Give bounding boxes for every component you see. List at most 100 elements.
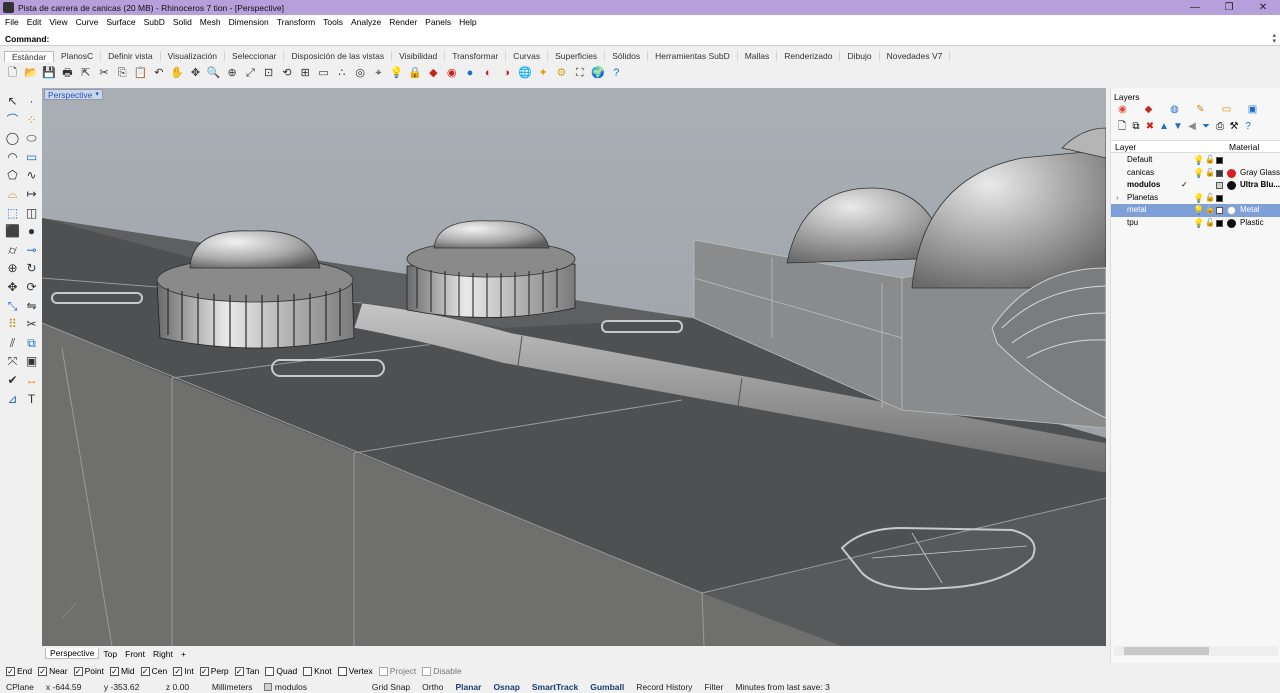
layer-color-swatch[interactable] xyxy=(1216,157,1223,164)
rotate-view-icon[interactable]: ✥ xyxy=(188,66,203,81)
named-views-tab-icon[interactable]: ▣ xyxy=(1246,103,1259,116)
move-out-icon[interactable]: ◀ xyxy=(1186,121,1198,133)
perspective-viewport[interactable] xyxy=(42,88,1106,646)
lock-icon[interactable]: 🔒 xyxy=(408,66,423,81)
analyze-icon[interactable]: ⊿ xyxy=(4,391,21,408)
menu-mesh[interactable]: Mesh xyxy=(200,17,221,27)
extrude-icon[interactable]: ⬚ xyxy=(4,205,21,222)
lock-icon[interactable]: 🔓 xyxy=(1205,192,1215,205)
layer-icon[interactable]: ◆ xyxy=(426,66,441,81)
osnap-checkbox[interactable] xyxy=(378,666,388,676)
undo-icon[interactable]: ↶ xyxy=(151,66,166,81)
view-tab-top[interactable]: Top xyxy=(99,649,121,659)
osnap-checkbox[interactable]: ✓ xyxy=(73,666,83,676)
osnap-checkbox[interactable]: ✓ xyxy=(6,666,15,676)
check-icon[interactable]: ✔ xyxy=(4,372,21,389)
properties-tab-icon[interactable]: ◉ xyxy=(1116,103,1129,116)
polygon-icon[interactable]: ⬠ xyxy=(4,167,21,184)
layer-color-swatch[interactable] xyxy=(1216,219,1223,227)
visibility-bulb-icon[interactable]: 💡 xyxy=(1193,167,1204,180)
loft-icon[interactable]: ◫ xyxy=(23,205,40,222)
menu-tools[interactable]: Tools xyxy=(323,17,343,27)
zoom-extents-icon[interactable]: ⤢ xyxy=(243,66,258,81)
view-tab-right[interactable]: Right xyxy=(149,649,177,659)
extend-icon[interactable]: ↦ xyxy=(23,186,40,203)
visibility-bulb-icon[interactable]: 💡 xyxy=(1193,204,1204,217)
menu-analyze[interactable]: Analyze xyxy=(351,17,381,27)
osnap-vertex[interactable]: Vertex xyxy=(337,666,373,676)
select-icon[interactable]: ⌖ xyxy=(371,66,386,81)
layer-color-swatch[interactable] xyxy=(1216,169,1223,177)
split-icon[interactable]: ⫽ xyxy=(4,335,21,352)
current-layer[interactable]: modulos xyxy=(258,682,366,692)
layer-tools-icon[interactable]: ⎙ xyxy=(1214,121,1226,133)
layer-color-swatch[interactable] xyxy=(1216,194,1223,202)
explode-icon[interactable]: ⤧ xyxy=(4,353,21,370)
menu-file[interactable]: File xyxy=(5,17,19,27)
undo-view-icon[interactable]: ⟲ xyxy=(279,66,294,81)
rectangle-icon[interactable]: ▭ xyxy=(23,149,40,166)
layer-row-planetas[interactable]: › Planetas 💡 🔓 xyxy=(1111,192,1280,205)
menu-surface[interactable]: Surface xyxy=(106,17,135,27)
osnap-project[interactable]: Project xyxy=(378,666,416,676)
menu-panels[interactable]: Panels xyxy=(425,17,451,27)
help-tab-icon[interactable]: ✎ xyxy=(1194,103,1207,116)
gear-icon[interactable]: ⚙ xyxy=(554,66,569,81)
trim-icon[interactable]: ✂ xyxy=(23,316,40,333)
group-icon[interactable]: ▣ xyxy=(23,353,40,370)
viewport-menu-caret-icon[interactable]: ▾ xyxy=(95,90,99,100)
osnap-toggle[interactable]: Osnap xyxy=(487,682,525,692)
new-layer-icon[interactable]: 🗋 xyxy=(1116,121,1128,133)
osnap-end[interactable]: ✓ End xyxy=(6,666,32,676)
menu-view[interactable]: View xyxy=(49,17,67,27)
boolean-icon[interactable]: ⊕ xyxy=(4,260,21,277)
cylinder-icon[interactable]: ⌭ xyxy=(4,242,21,259)
sphere-icon[interactable]: ● xyxy=(23,223,40,240)
osnap-near[interactable]: ✓ Near xyxy=(38,666,68,676)
toolbar-tab-6[interactable]: Visibilidad xyxy=(392,51,446,61)
toolbar-tab-12[interactable]: Mallas xyxy=(738,51,778,61)
minimize-button[interactable]: — xyxy=(1178,0,1212,15)
command-input[interactable] xyxy=(51,33,1252,45)
toolbar-tab-14[interactable]: Dibujo xyxy=(840,51,880,61)
move-icon[interactable]: ✥ xyxy=(4,279,21,296)
toolbar-tab-9[interactable]: Superficies xyxy=(548,51,606,61)
osnap-checkbox[interactable] xyxy=(337,666,347,676)
circle-icon[interactable]: ◯ xyxy=(4,130,21,147)
osnap-checkbox[interactable] xyxy=(422,666,432,676)
arc-icon[interactable]: ◠ xyxy=(4,149,21,166)
osnap-int[interactable]: ✓ Int xyxy=(173,666,194,676)
toolbar-tab-5[interactable]: Disposición de las vistas xyxy=(284,51,393,61)
visibility-bulb-icon[interactable]: 💡 xyxy=(1193,192,1204,205)
layer-column-header[interactable]: Layer xyxy=(1115,142,1136,152)
layer-row-modulos[interactable]: modulos ✓ Ultra Blu... xyxy=(1111,179,1280,192)
osnap-perp[interactable]: ✓ Perp xyxy=(199,666,229,676)
menu-render[interactable]: Render xyxy=(389,17,417,27)
delete-layer-icon[interactable]: ✖ xyxy=(1144,121,1156,133)
scrollbar-thumb[interactable] xyxy=(1124,647,1209,655)
box-icon[interactable]: ⬛ xyxy=(4,223,21,240)
toolbar-tab-15[interactable]: Novedades V7 xyxy=(880,51,951,61)
grid-snap-toggle[interactable]: Grid Snap xyxy=(366,682,416,692)
environment-icon[interactable]: 🌐 xyxy=(517,66,532,81)
control-points-icon[interactable]: ⁘ xyxy=(23,112,40,129)
lock-icon[interactable]: 🔓 xyxy=(1205,204,1215,217)
layers-horizontal-scrollbar[interactable] xyxy=(1114,646,1278,656)
layer-row-tpu[interactable]: tpu 💡 🔓 Plastic xyxy=(1111,217,1280,230)
ortho-toggle[interactable]: Ortho xyxy=(416,682,449,692)
close-button[interactable]: ✕ xyxy=(1246,0,1280,15)
material-swatch[interactable] xyxy=(1227,168,1236,178)
material-swatch[interactable] xyxy=(1227,206,1236,216)
lock-icon[interactable]: 🔓 xyxy=(1205,217,1215,230)
cplane-icon[interactable]: ▭ xyxy=(316,66,331,81)
menu-dimension[interactable]: Dimension xyxy=(229,17,269,27)
visibility-bulb-icon[interactable]: 💡 xyxy=(1193,217,1204,230)
command-scroll-arrows[interactable]: ▴ ▾ xyxy=(1272,32,1276,45)
osnap-knot[interactable]: Knot xyxy=(303,666,332,676)
toolbar-tab-1[interactable]: PlanosC xyxy=(54,51,102,61)
curve-icon[interactable]: ∿ xyxy=(23,167,40,184)
object-snap-icon[interactable]: ◎ xyxy=(353,66,368,81)
rendered-sphere-icon[interactable]: ◐ xyxy=(481,66,496,81)
render-icon[interactable]: ◑ xyxy=(499,66,514,81)
osnap-checkbox[interactable]: ✓ xyxy=(38,666,48,676)
